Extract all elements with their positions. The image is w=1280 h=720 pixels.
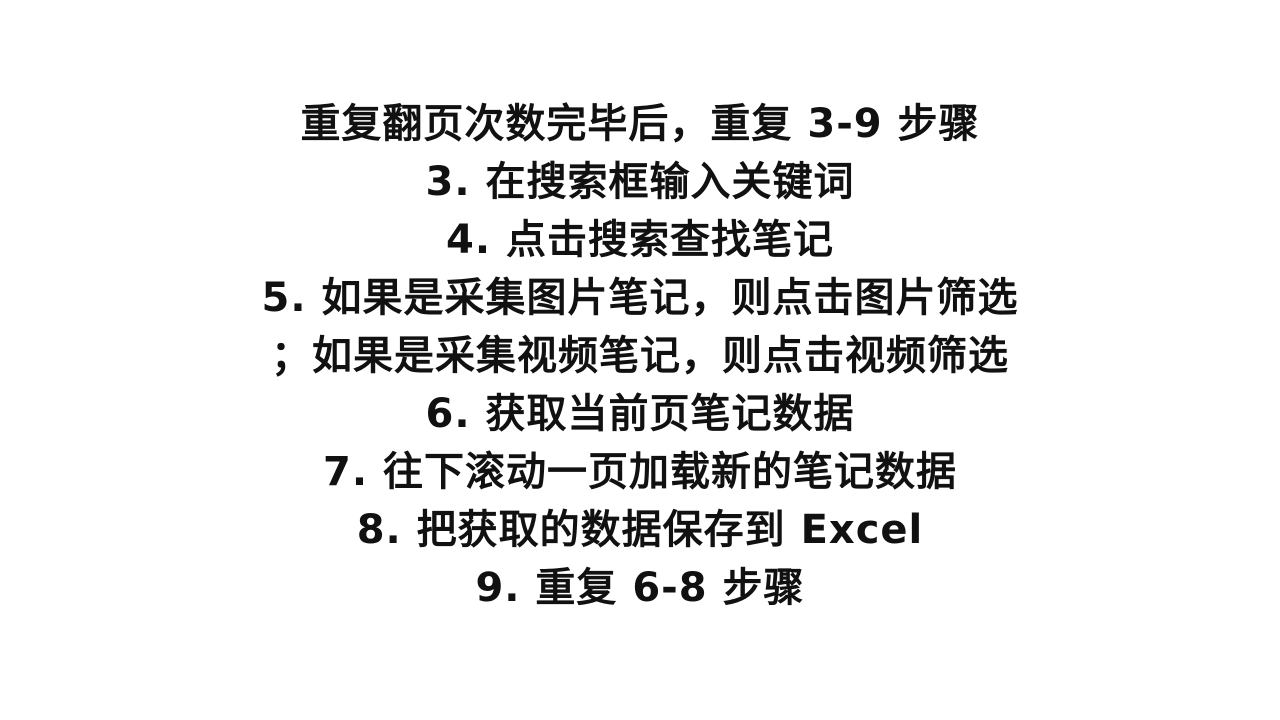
step-9-line: 9. 重复 6-8 步骤 [475, 565, 805, 611]
step-4-line: 4. 点击搜索查找笔记 [446, 217, 834, 263]
step-5-continuation-line: ；如果是采集视频笔记，则点击视频筛选 [271, 333, 1009, 379]
steps-text-block: 重复翻页次数完毕后，重复 3-9 步骤 3. 在搜索框输入关键词 4. 点击搜索… [0, 95, 1280, 617]
step-8-line: 8. 把获取的数据保存到 Excel [356, 507, 924, 553]
step-3-line: 3. 在搜索框输入关键词 [425, 159, 855, 205]
step-7-line: 7. 往下滚动一页加载新的笔记数据 [323, 449, 957, 495]
step-5-line: 5. 如果是采集图片笔记，则点击图片筛选 [261, 275, 1019, 321]
step-6-line: 6. 获取当前页笔记数据 [425, 391, 855, 437]
slide: 重复翻页次数完毕后，重复 3-9 步骤 3. 在搜索框输入关键词 4. 点击搜索… [0, 0, 1280, 720]
intro-line: 重复翻页次数完毕后，重复 3-9 步骤 [300, 101, 980, 147]
